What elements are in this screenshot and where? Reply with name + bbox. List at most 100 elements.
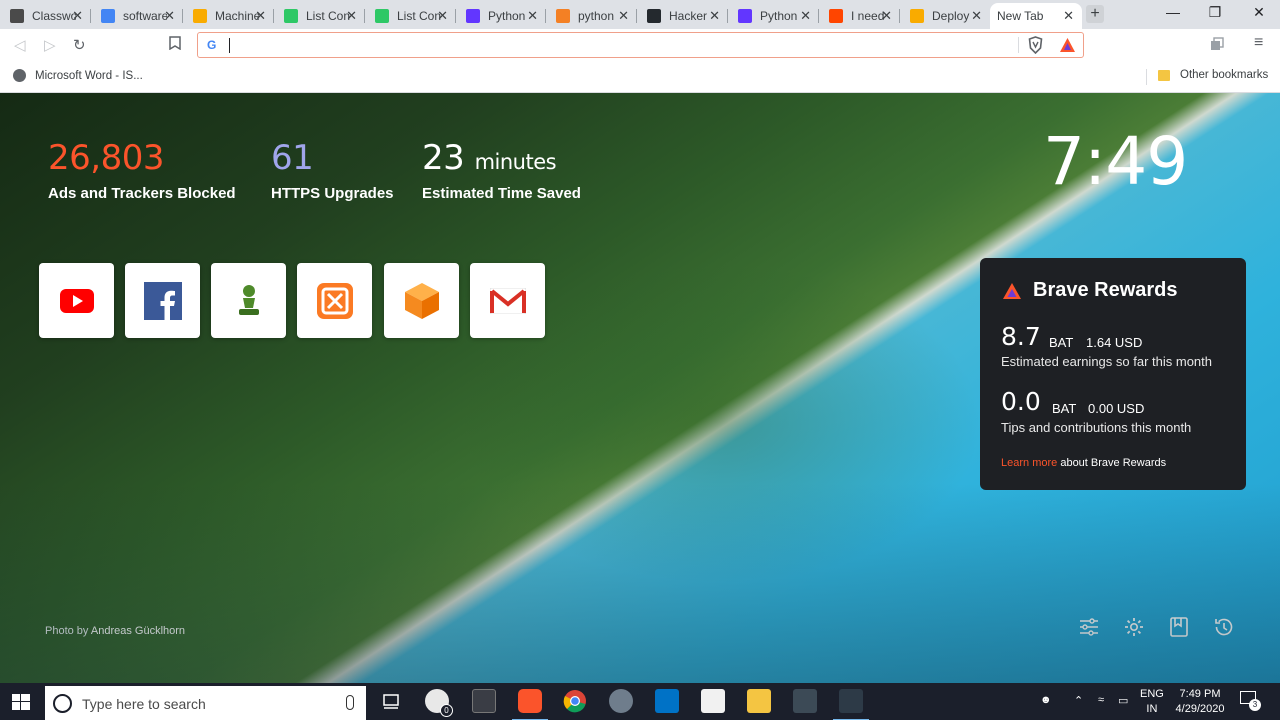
bookmark-microsoft-word[interactable]: Microsoft Word - IS... xyxy=(13,69,143,82)
top-site-xampp[interactable] xyxy=(297,263,372,338)
brave-browser-app-icon[interactable] xyxy=(512,689,548,720)
earnings-description: Estimated earnings so far this month xyxy=(1001,354,1212,369)
close-tab-icon[interactable]: ✕ xyxy=(437,8,448,24)
microphone-icon[interactable] xyxy=(346,695,354,710)
time-saved-label: Estimated Time Saved xyxy=(422,185,581,202)
back-button[interactable]: ◁ xyxy=(14,36,26,54)
xampp-icon xyxy=(316,282,353,319)
cube-icon xyxy=(404,282,439,319)
extensions-icon[interactable] xyxy=(1210,37,1224,54)
language-top: ENG xyxy=(1140,688,1164,700)
task-view-icon[interactable] xyxy=(379,689,403,713)
file-explorer-app-icon[interactable] xyxy=(747,689,771,713)
tab-3[interactable]: List Con ✕ xyxy=(274,3,365,29)
clock: 7:49 xyxy=(1043,123,1188,200)
globe-icon xyxy=(13,69,26,82)
store-app-icon[interactable] xyxy=(701,689,725,713)
close-tab-icon[interactable]: ✕ xyxy=(971,8,982,24)
close-tab-icon[interactable]: ✕ xyxy=(1063,8,1074,24)
tab-10[interactable]: Deploy ✕ xyxy=(900,3,990,29)
history-icon[interactable] xyxy=(1212,615,1236,639)
close-tab-icon[interactable]: ✕ xyxy=(527,8,538,24)
close-tab-icon[interactable]: ✕ xyxy=(72,8,83,24)
tips-description: Tips and contributions this month xyxy=(1001,420,1192,435)
language-indicator[interactable]: ENG IN xyxy=(1140,687,1164,717)
top-site-facebook[interactable] xyxy=(125,263,200,338)
clock-app-icon[interactable]: 0 xyxy=(425,689,453,717)
bookmark-icon[interactable] xyxy=(169,36,181,54)
notifications-icon[interactable]: 3 xyxy=(1240,691,1261,711)
tab-5[interactable]: Python ✕ xyxy=(456,3,546,29)
maximize-button[interactable]: ❐ xyxy=(1192,4,1238,21)
chevron-up-icon[interactable]: ⌃ xyxy=(1074,694,1083,707)
tips-amount: 0.0 xyxy=(1001,387,1041,416)
close-tab-icon[interactable]: ✕ xyxy=(881,8,892,24)
top-site-chess[interactable] xyxy=(211,263,286,338)
windows-start-icon[interactable] xyxy=(12,694,30,710)
search-icon xyxy=(53,694,72,713)
tab-4[interactable]: List Con ✕ xyxy=(365,3,456,29)
tab-2[interactable]: Machine ✕ xyxy=(183,3,274,29)
classroom-icon xyxy=(10,9,24,23)
people-icon[interactable]: ☻ xyxy=(1040,694,1052,706)
tab-8[interactable]: Python ✕ xyxy=(728,3,819,29)
tab-title: Hacker xyxy=(669,9,708,23)
chrome-app-icon[interactable] xyxy=(563,689,587,713)
address-bar[interactable]: G xyxy=(197,32,1084,58)
brave-shields-icon[interactable] xyxy=(1028,36,1043,54)
tab-9[interactable]: I need ✕ xyxy=(819,3,900,29)
app-icon-1[interactable] xyxy=(793,689,817,713)
earnings-usd: 1.64 USD xyxy=(1086,335,1143,350)
settings-gear-icon[interactable] xyxy=(1122,615,1146,639)
photo-credit-author[interactable]: Andreas Gücklhorn xyxy=(91,625,185,637)
system-time: 7:49 PM xyxy=(1179,688,1221,700)
top-site-cube[interactable] xyxy=(384,263,459,338)
bookmarks-icon[interactable] xyxy=(1167,615,1191,639)
taskbar-search-box[interactable]: Type here to search xyxy=(45,686,366,720)
customize-icon[interactable] xyxy=(1077,615,1101,639)
time-saved-value: 23 xyxy=(422,138,465,178)
time-saved: 23 minutes xyxy=(422,138,557,178)
close-tab-icon[interactable]: ✕ xyxy=(164,8,175,24)
system-date: 4/29/2020 xyxy=(1175,703,1225,715)
other-bookmarks[interactable]: Other bookmarks xyxy=(1158,69,1268,81)
tab-title: Classwo xyxy=(32,9,76,23)
menu-icon[interactable]: ≡ xyxy=(1254,34,1263,52)
mail-client-app-icon[interactable] xyxy=(609,689,633,713)
app-icon-2[interactable] xyxy=(833,689,869,720)
new-tab-page: 26,803 Ads and Trackers Blocked 61 HTTPS… xyxy=(0,93,1280,683)
close-tab-icon[interactable]: ✕ xyxy=(346,8,357,24)
youtube-icon xyxy=(59,288,94,313)
python-icon xyxy=(738,9,752,23)
reddit-icon xyxy=(829,9,843,23)
tab-11[interactable]: New Tab ✕ xyxy=(990,3,1082,29)
tab-1[interactable]: software ✕ xyxy=(91,3,183,29)
terminal-app-icon[interactable] xyxy=(472,689,496,713)
battery-icon[interactable]: ▭ xyxy=(1118,694,1128,707)
tab-title: New Tab xyxy=(997,9,1044,23)
system-clock[interactable]: 7:49 PM 4/29/2020 xyxy=(1170,687,1230,717)
close-tab-icon[interactable]: ✕ xyxy=(618,8,629,24)
forward-button[interactable]: ▷ xyxy=(44,36,56,54)
close-window-button[interactable]: ✕ xyxy=(1236,4,1280,21)
top-site-youtube[interactable] xyxy=(39,263,114,338)
top-site-gmail[interactable] xyxy=(470,263,545,338)
close-tab-icon[interactable]: ✕ xyxy=(255,8,266,24)
tab-0[interactable]: Classwo ✕ xyxy=(0,3,91,29)
close-tab-icon[interactable]: ✕ xyxy=(800,8,811,24)
learn-more-link[interactable]: Learn more xyxy=(1001,457,1057,469)
wifi-icon[interactable]: ≈ xyxy=(1098,694,1104,706)
taskbar: Type here to search 0 ☻ ⌃ ≈ ▭ ENG IN 7:4… xyxy=(0,683,1280,720)
close-tab-icon[interactable]: ✕ xyxy=(709,8,720,24)
new-tab-button[interactable]: + xyxy=(1086,5,1104,23)
brave-rewards-icon[interactable] xyxy=(1059,37,1076,53)
text-cursor xyxy=(229,38,230,53)
outlook-app-icon[interactable] xyxy=(655,689,679,713)
folder-icon xyxy=(1158,69,1170,81)
tab-7[interactable]: Hacker ✕ xyxy=(637,3,728,29)
https-upgrades-value: 61 xyxy=(271,138,314,178)
tab-title: python xyxy=(578,9,615,23)
tab-6[interactable]: python ✕ xyxy=(546,3,637,29)
reload-button[interactable]: ↻ xyxy=(73,36,86,54)
minimize-button[interactable]: — xyxy=(1150,4,1196,20)
